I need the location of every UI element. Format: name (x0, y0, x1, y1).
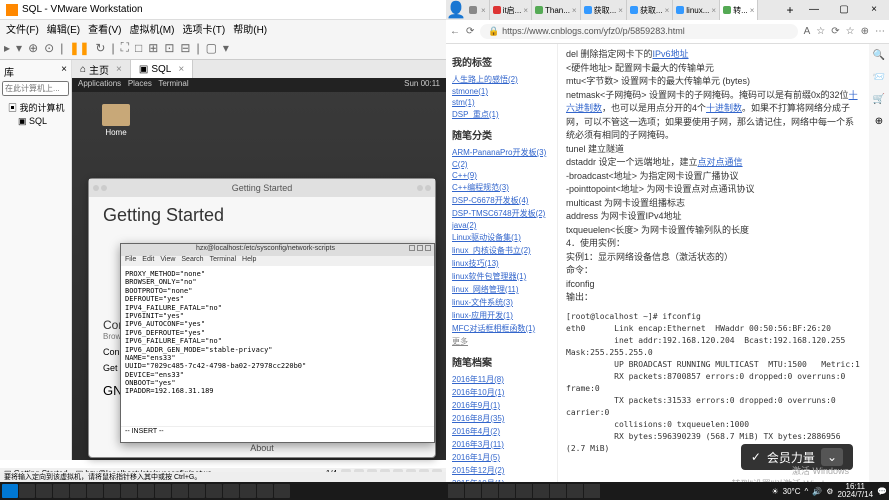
taskbar-item[interactable] (257, 484, 273, 498)
star-icon[interactable]: ☆ (816, 26, 825, 37)
maximize-button[interactable]: ▢ (829, 0, 859, 20)
article-content: del 删除指定网卡下的IPv6地址 <硬件地址> 配置网卡最大的传输单元 mt… (558, 44, 869, 500)
address-bar[interactable]: 🔒 https://www.cnblogs.com/yfz0/p/5859283… (480, 24, 797, 39)
sidebar-link[interactable]: C++编程规范(3) (452, 181, 551, 194)
browser-tab[interactable]: 获取...× (627, 0, 673, 20)
sidebar-link[interactable]: 2015年12月(2) (452, 464, 551, 477)
start-button[interactable] (2, 484, 18, 498)
tab-home[interactable]: ⌂ 主页× (72, 60, 131, 78)
close-icon[interactable]: × (61, 64, 67, 79)
pause-icon[interactable]: ❚❚ (69, 41, 89, 55)
sidebar-link[interactable]: stmone(1) (452, 86, 551, 97)
terminal-content[interactable]: PROXY_METHOD="none" BROWSER_ONLY="no" BO… (121, 266, 434, 426)
gs-heading: Getting Started (103, 205, 421, 226)
vmware-sidebar: 库 × ▣ 我的计算机 ▣ SQL (0, 60, 72, 460)
sidebar-link[interactable]: ARM-PananaPro开发板(3) (452, 146, 551, 159)
sidebar-link[interactable]: C++(9) (452, 170, 551, 181)
taskbar-item[interactable] (223, 484, 239, 498)
taskbar-item[interactable] (53, 484, 69, 498)
guest-desktop[interactable]: Applications Places Terminal Sun 00:11 H… (72, 78, 446, 460)
sidebar-link[interactable]: 2016年10月(1) (452, 386, 551, 399)
browser-tab[interactable]: × (466, 0, 490, 20)
sidebar-link[interactable]: DSP_重点(1) (452, 108, 551, 121)
tree-vm[interactable]: ▣ SQL (4, 115, 67, 128)
edge-sidebar-tools[interactable]: 🔍 📨 🛒 ⊕ (869, 44, 889, 500)
sidebar-link[interactable]: java(2) (452, 220, 551, 231)
browser-tabs[interactable]: ×it启...×Than...×获取...×获取...×linux...×转..… (466, 0, 781, 20)
read-icon[interactable]: A (804, 26, 811, 37)
sidebar-link[interactable]: 2016年11月(8) (452, 373, 551, 386)
taskbar-item[interactable] (274, 484, 290, 498)
sidebar-link[interactable]: DSP-TMSC6748开发板(2) (452, 207, 551, 220)
profile-icon[interactable]: 👤 (446, 0, 466, 20)
browser-tab[interactable]: 转...× (720, 0, 758, 20)
new-tab-button[interactable]: + (781, 3, 799, 17)
refresh-button[interactable]: ⟳ (466, 26, 474, 37)
search-input[interactable] (2, 81, 69, 96)
sidebar-link[interactable]: 2016年9月(1) (452, 399, 551, 412)
tool-icon[interactable]: 📨 (872, 72, 886, 86)
tool-icon[interactable]: 🔍 (872, 50, 886, 64)
terminal-window[interactable]: hzx@localhost:/etc/sysconfig/network-scr… (120, 243, 435, 443)
blog-sidebar: 我的标签 人生路上的感悟(2)stmone(1)stm(1)DSP_重点(1) … (446, 44, 558, 500)
tree-root[interactable]: ▣ 我的计算机 (4, 100, 67, 115)
taskbar-item[interactable] (155, 484, 171, 498)
sidebar-link[interactable]: 2016年4月(2) (452, 425, 551, 438)
vmware-menubar[interactable]: 文件(F)编辑(E)查看(V)虚拟机(M)选项卡(T)帮助(H) (0, 20, 446, 36)
windows-taskbar-right[interactable]: ☀30°C ^🔊⚙ 16:112024/7/14 💬 (446, 482, 889, 500)
sidebar-link[interactable]: 人生路上的感悟(2) (452, 73, 551, 86)
browser-tab[interactable]: linux...× (673, 0, 720, 20)
browser-tab[interactable]: 获取...× (581, 0, 627, 20)
windows-taskbar[interactable] (0, 482, 446, 500)
home-folder-icon[interactable]: Home (102, 104, 130, 137)
browser-tab[interactable]: Than...× (532, 0, 581, 20)
sidebar-link[interactable]: linux-文件系统(3) (452, 296, 551, 309)
fav-icon[interactable]: ☆ (846, 26, 855, 37)
taskbar-item[interactable] (172, 484, 188, 498)
taskbar-item[interactable] (138, 484, 154, 498)
sidebar-link[interactable]: 2016年3月(11) (452, 438, 551, 451)
vmware-titlebar: SQL - VMware Workstation (0, 0, 446, 20)
taskbar-item[interactable] (206, 484, 222, 498)
minimize-button[interactable]: — (799, 0, 829, 20)
menu-icon[interactable]: ⋯ (875, 26, 885, 37)
sidebar-link[interactable]: DSP-C6678开发板(4) (452, 194, 551, 207)
sidebar-link[interactable]: C(2) (452, 159, 551, 170)
sync-icon[interactable]: ⟳ (831, 26, 839, 37)
sidebar-link[interactable]: stm(1) (452, 97, 551, 108)
taskbar-item[interactable] (104, 484, 120, 498)
tool-icon[interactable]: ⊕ (872, 116, 886, 130)
collections-icon[interactable]: ⊕ (861, 26, 869, 37)
taskbar-item[interactable] (36, 484, 52, 498)
tab-sql[interactable]: ▣ SQL× (131, 60, 193, 78)
browser-tab[interactable]: it启...× (490, 0, 532, 20)
back-button[interactable]: ← (450, 26, 460, 37)
taskbar-item[interactable] (121, 484, 137, 498)
taskbar-item[interactable] (19, 484, 35, 498)
sidebar-link[interactable]: 更多 (452, 335, 551, 348)
taskbar-item[interactable] (87, 484, 103, 498)
sidebar-link[interactable]: linux技巧(13) (452, 257, 551, 270)
library-icon: 库 (4, 64, 14, 79)
taskbar-item[interactable] (240, 484, 256, 498)
sidebar-link[interactable]: linux-应用开发(1) (452, 309, 551, 322)
vmware-toolbar[interactable]: ▸▾⊕⊙| ❚❚ ↻|⛶□⊞⊡⊟|▢▾ (0, 36, 446, 60)
sidebar-link[interactable]: Linux驱动设备集(1) (452, 231, 551, 244)
tool-icon[interactable]: 🛒 (872, 94, 886, 108)
sidebar-link[interactable]: 2016年8月(35) (452, 412, 551, 425)
taskbar-item[interactable] (70, 484, 86, 498)
vmware-hint: 要将输入定向到该虚拟机，请将鼠标指针移入其中或按 Ctrl+G。 (0, 472, 446, 482)
sidebar-link[interactable]: linux软件包管理器(1) (452, 270, 551, 283)
sidebar-link[interactable]: linux_内核设备书立(2) (452, 244, 551, 257)
close-button[interactable]: × (859, 0, 889, 20)
taskbar-item[interactable] (189, 484, 205, 498)
sidebar-link[interactable]: 2016年1月(5) (452, 451, 551, 464)
sidebar-link[interactable]: MFC对话框相框函数(1) (452, 322, 551, 335)
sidebar-link[interactable]: linux_网络管理(11) (452, 283, 551, 296)
